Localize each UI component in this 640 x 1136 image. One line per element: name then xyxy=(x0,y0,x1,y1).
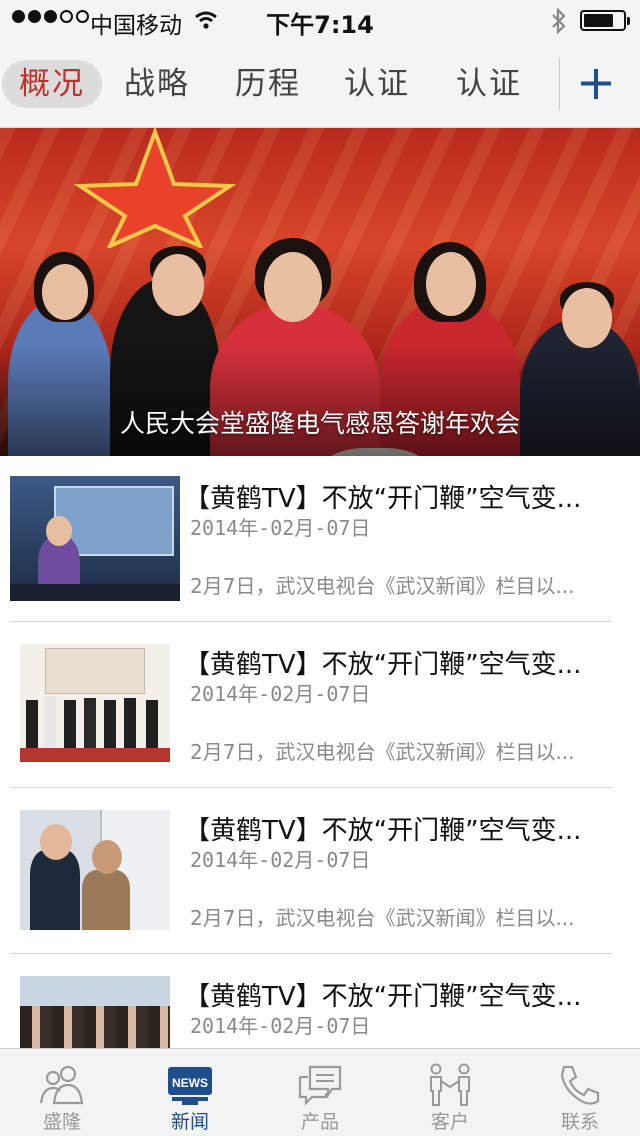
tab-strategy[interactable]: 战略 xyxy=(107,60,207,108)
phone-icon xyxy=(560,1065,600,1105)
news-date: 2014年-02月-07日 xyxy=(190,516,371,540)
handshake-icon xyxy=(430,1063,470,1106)
news-date: 2014年-02月-07日 xyxy=(190,682,371,706)
status-bar: 中国移动 下午7:14 xyxy=(0,0,640,40)
tabbar-item-products[interactable]: 产品 xyxy=(256,1049,384,1136)
news-icon: NEWS xyxy=(168,1067,212,1105)
news-thumbnail xyxy=(20,976,170,1048)
banner-caption: 人民大会堂盛隆电气感恩答谢年欢会 xyxy=(119,409,520,438)
tab-divider xyxy=(559,58,560,110)
news-title: 【黄鹤TV】不放“开门鞭”空气变... xyxy=(184,484,582,514)
news-thumbnail xyxy=(20,644,170,762)
news-item[interactable]: 【黄鹤TV】不放“开门鞭”空气变... 2014年-02月-07日 xyxy=(0,954,640,1048)
news-item[interactable]: 【黄鹤TV】不放“开门鞭”空气变... 2014年-02月-07日 2月7日，武… xyxy=(0,788,640,954)
news-thumbnail xyxy=(20,810,170,930)
svg-text:NEWS: NEWS xyxy=(172,1076,208,1090)
news-summary: 2月7日，武汉电视台《武汉新闻》栏目以... xyxy=(190,906,575,930)
news-date: 2014年-02月-07日 xyxy=(190,1014,371,1038)
tab-history[interactable]: 历程 xyxy=(218,60,318,108)
chat-bubbles-icon xyxy=(298,1065,342,1106)
news-title: 【黄鹤TV】不放“开门鞭”空气变... xyxy=(184,650,582,680)
tabbar-item-news[interactable]: NEWS 新闻 xyxy=(126,1049,254,1136)
tabbar-item-shenglong[interactable]: 盛隆 xyxy=(0,1049,126,1136)
news-list[interactable]: 【黄鹤TV】不放“开门鞭”空气变... 2014年-02月-07日 2月7日，武… xyxy=(0,456,640,1048)
featured-banner[interactable]: 人民大会堂盛隆电气感恩答谢年欢会 xyxy=(0,128,640,456)
people-icon xyxy=(39,1065,84,1105)
news-summary: 2月7日，武汉电视台《武汉新闻》栏目以... xyxy=(190,574,575,598)
news-summary: 2月7日，武汉电视台《武汉新闻》栏目以... xyxy=(190,740,575,764)
tabbar-label: 盛隆 xyxy=(42,1111,81,1133)
tab-overview[interactable]: 概况 xyxy=(2,60,102,108)
tabbar-label: 产品 xyxy=(300,1111,339,1133)
news-title: 【黄鹤TV】不放“开门鞭”空气变... xyxy=(184,982,582,1012)
tabbar-item-contact[interactable]: 联系 xyxy=(516,1049,640,1136)
news-thumbnail xyxy=(10,476,180,601)
tabbar-label: 新闻 xyxy=(170,1111,209,1133)
category-tab-strip: 概况 战略 历程 认证 认证 xyxy=(0,40,640,128)
clock: 下午7:14 xyxy=(266,11,374,39)
plus-icon[interactable] xyxy=(572,60,620,108)
tab-certification[interactable]: 认证 xyxy=(327,60,427,108)
news-item[interactable]: 【黄鹤TV】不放“开门鞭”空气变... 2014年-02月-07日 2月7日，武… xyxy=(0,622,640,788)
bluetooth-icon xyxy=(552,8,566,34)
news-title: 【黄鹤TV】不放“开门鞭”空气变... xyxy=(184,816,582,846)
red-star-emblem xyxy=(73,128,237,248)
battery-icon xyxy=(580,10,630,31)
tab-certification-2[interactable]: 认证 xyxy=(439,60,539,108)
bottom-tab-bar: 盛隆 NEWS 新闻 产品 客户 联系 xyxy=(0,1048,640,1136)
news-item[interactable]: 【黄鹤TV】不放“开门鞭”空气变... 2014年-02月-07日 2月7日，武… xyxy=(0,456,640,622)
news-date: 2014年-02月-07日 xyxy=(190,848,371,872)
tabbar-label: 联系 xyxy=(560,1111,599,1133)
tabbar-item-clients[interactable]: 客户 xyxy=(386,1049,514,1136)
tabbar-label: 客户 xyxy=(430,1111,469,1133)
